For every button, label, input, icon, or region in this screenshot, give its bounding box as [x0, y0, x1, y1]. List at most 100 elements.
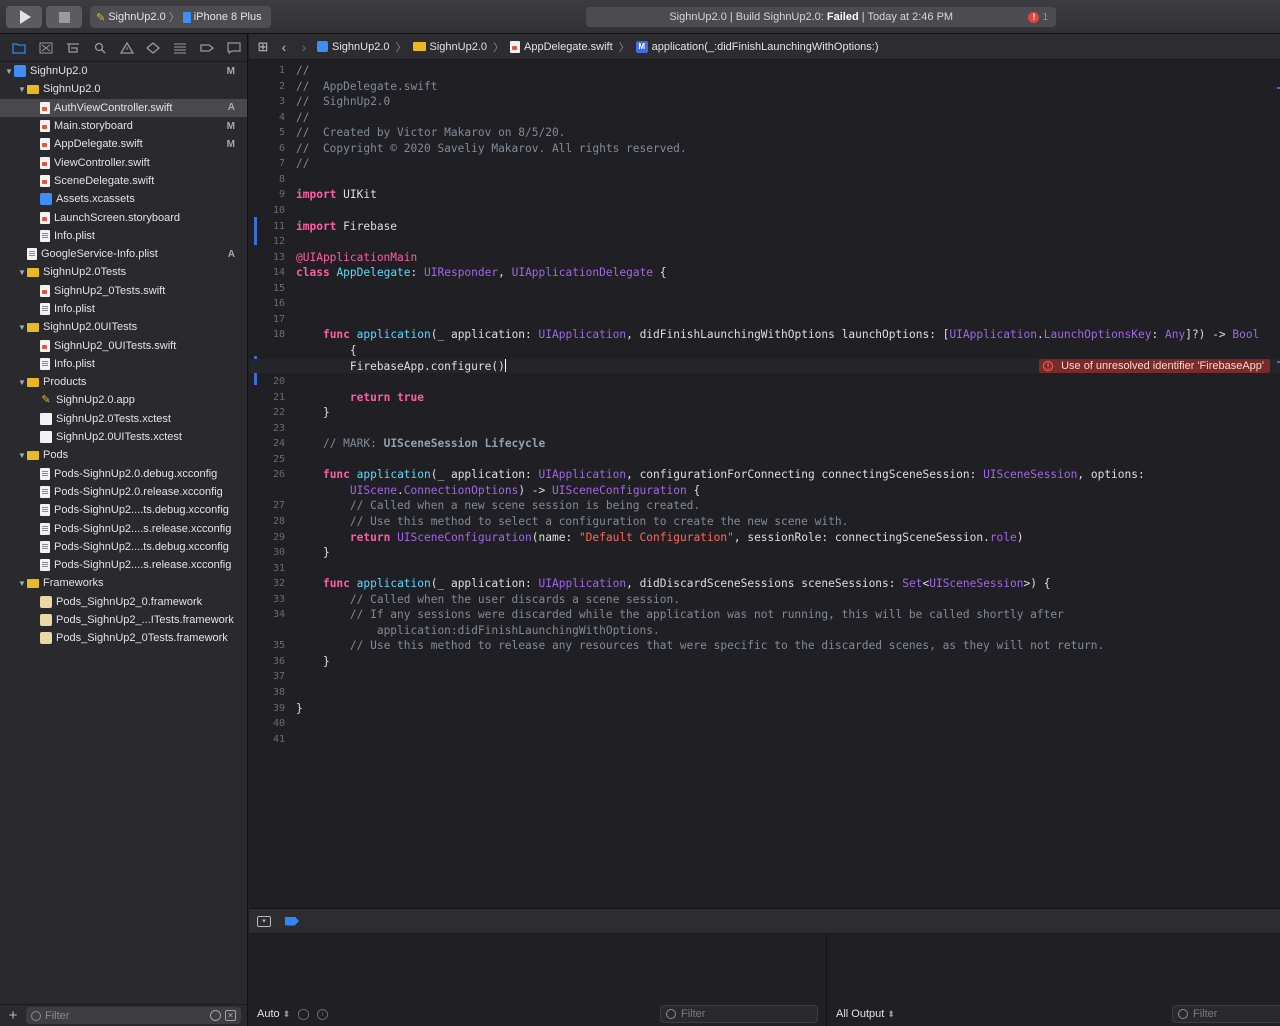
line-number[interactable]: 6	[279, 143, 285, 154]
tree-file-row[interactable]: Pods-SighnUp2....ts.debug.xcconfig	[0, 538, 247, 556]
line-number[interactable]: 31	[273, 563, 285, 574]
code-line[interactable]: return true	[296, 391, 424, 404]
line-number[interactable]: 5	[279, 127, 285, 138]
tree-file-row[interactable]: ✎ SighnUp2.0.app	[0, 391, 247, 409]
line-number[interactable]: 40	[273, 718, 285, 729]
quick-look-icon[interactable]	[298, 1008, 310, 1020]
device-name[interactable]: iPhone 8 Plus	[194, 11, 262, 23]
line-number[interactable]: 18	[273, 329, 285, 340]
code-line[interactable]: {	[296, 344, 357, 357]
line-number[interactable]: 3	[279, 96, 285, 107]
code-line[interactable]: UIScene.ConnectionOptions) -> UISceneCon…	[296, 484, 700, 497]
variables-filter-field[interactable]: Filter	[660, 1005, 818, 1023]
line-number[interactable]: 36	[273, 656, 285, 667]
code-line[interactable]: func application(_ application: UIApplic…	[296, 577, 1051, 590]
code-line[interactable]: //	[296, 157, 309, 170]
tree-group-row[interactable]: ▼ Products	[0, 373, 247, 391]
line-number[interactable]: 16	[273, 298, 285, 309]
tree-group-row[interactable]: ▼ Pods	[0, 446, 247, 464]
line-number[interactable]: 14	[273, 267, 285, 278]
tree-group-row[interactable]: ▼ SighnUp2.0UITests	[0, 318, 247, 336]
code-line[interactable]: //	[296, 64, 309, 77]
code-line[interactable]: class AppDelegate: UIResponder, UIApplic…	[296, 266, 667, 279]
tree-file-row[interactable]: Main.storyboard M	[0, 117, 247, 135]
code-area[interactable]: // // AppDelegate.swift // SighnUp2.0 // // …	[249, 61, 1280, 907]
disclosure-triangle-icon[interactable]: ▼	[17, 85, 27, 94]
breadcrumb-project[interactable]: SighnUp2.0	[317, 41, 390, 53]
line-number[interactable]: 21	[273, 392, 285, 403]
disclosure-triangle-icon[interactable]: ▼	[17, 378, 27, 387]
add-icon[interactable]: +	[6, 1007, 20, 1024]
line-number[interactable]: 15	[273, 283, 285, 294]
find-navigator-tab-icon[interactable]	[86, 38, 113, 58]
tree-group-row[interactable]: ▼ SighnUp2.0 M	[0, 62, 247, 80]
hide-debug-area-icon[interactable]: ▾	[257, 915, 271, 927]
code-line[interactable]: // Created by Victor Makarov on 8/5/20.	[296, 126, 565, 139]
line-number[interactable]: 39	[273, 703, 285, 714]
test-navigator-tab-icon[interactable]	[140, 38, 167, 58]
breadcrumb-file[interactable]: AppDelegate.swift	[510, 40, 613, 53]
code-line[interactable]: import UIKit	[296, 188, 377, 201]
tree-file-row[interactable]: Pods_SighnUp2_...ITests.framework	[0, 611, 247, 629]
info-icon[interactable]: i	[317, 1008, 329, 1020]
source-control-navigator-tab-icon[interactable]	[33, 38, 60, 58]
line-number[interactable]: 33	[273, 594, 285, 605]
tree-file-row[interactable]: SceneDelegate.swift	[0, 172, 247, 190]
code-line[interactable]: application:didFinishLaunchingWithOption…	[296, 624, 660, 637]
code-line[interactable]: //	[296, 111, 309, 124]
code-line[interactable]: func application(_ application: UIApplic…	[296, 468, 1145, 481]
code-line[interactable]: // SighnUp2.0	[296, 95, 390, 108]
back-arrow-icon[interactable]: ‹	[277, 39, 291, 55]
tree-file-row[interactable]: SighnUp2_0Tests.swift	[0, 282, 247, 300]
line-number[interactable]: 35	[273, 640, 285, 651]
code-line[interactable]: // AppDelegate.swift	[296, 80, 437, 93]
tree-group-row[interactable]: ▼ SighnUp2.0	[0, 80, 247, 98]
tree-file-row[interactable]: Info.plist	[0, 355, 247, 373]
tree-file-row[interactable]: Pods-SighnUp2....s.release.xcconfig	[0, 556, 247, 574]
tree-file-row[interactable]: Pods_SighnUp2_0Tests.framework	[0, 629, 247, 647]
source-change-bar[interactable]	[254, 216, 257, 246]
tree-file-row[interactable]: Pods-SighnUp2....ts.debug.xcconfig	[0, 501, 247, 519]
code-line[interactable]: }	[296, 546, 330, 559]
line-number[interactable]: 1	[279, 65, 285, 76]
disclosure-triangle-icon[interactable]: ▼	[17, 451, 27, 460]
run-button[interactable]	[6, 6, 42, 28]
line-number[interactable]: 2	[279, 81, 285, 92]
line-number[interactable]: 29	[273, 532, 285, 543]
line-number[interactable]: 24	[273, 438, 285, 449]
disclosure-triangle-icon[interactable]: ▼	[4, 67, 14, 76]
stop-button[interactable]	[46, 6, 82, 28]
line-number[interactable]: 12	[273, 236, 285, 247]
line-number[interactable]: 25	[273, 454, 285, 465]
disclosure-triangle-icon[interactable]: ▼	[17, 268, 27, 277]
code-line[interactable]: // If any sessions were discarded while …	[296, 608, 1064, 621]
line-number[interactable]: 27	[273, 500, 285, 511]
line-number[interactable]: 32	[273, 578, 285, 589]
tree-file-row[interactable]: Info.plist	[0, 300, 247, 318]
line-number[interactable]: 28	[273, 516, 285, 527]
breakpoints-toggle-icon[interactable]	[285, 916, 299, 926]
tree-file-row[interactable]: SighnUp2_0UITests.swift	[0, 336, 247, 354]
tree-file-row[interactable]: SighnUp2.0UITests.xctest	[0, 428, 247, 446]
code-line[interactable]: func application(_ application: UIApplic…	[296, 328, 1259, 341]
line-number[interactable]: 23	[273, 423, 285, 434]
code-line[interactable]: }	[296, 702, 303, 715]
line-number[interactable]: 38	[273, 687, 285, 698]
issue-navigator-tab-icon[interactable]	[113, 38, 140, 58]
project-navigator-tab-icon[interactable]	[6, 38, 33, 58]
tree-group-row[interactable]: ▼ Frameworks	[0, 574, 247, 592]
code-line[interactable]: }	[296, 655, 330, 668]
tree-file-row[interactable]: Pods-SighnUp2.0.debug.xcconfig	[0, 465, 247, 483]
symbol-navigator-tab-icon[interactable]	[60, 38, 87, 58]
tree-file-row[interactable]: SighnUp2.0Tests.xctest	[0, 410, 247, 428]
variables-view[interactable]: Auto ⬍ i Filter	[249, 935, 827, 1026]
tree-group-row[interactable]: ▼ SighnUp2.0Tests	[0, 263, 247, 281]
code-line[interactable]: import Firebase	[296, 220, 397, 233]
line-number[interactable]: 34	[273, 609, 285, 620]
line-number[interactable]: 9	[279, 189, 285, 200]
breakpoint-navigator-tab-icon[interactable]	[193, 38, 220, 58]
tree-file-row[interactable]: AuthViewController.swift A	[0, 98, 247, 117]
source-editor[interactable]: 1234567891011121314151617181920212223242…	[249, 61, 1280, 907]
code-line[interactable]: return UISceneConfiguration(name: "Defau…	[296, 531, 1024, 544]
breadcrumb-method[interactable]: Mapplication(_:didFinishLaunchingWithOpt…	[635, 40, 879, 53]
